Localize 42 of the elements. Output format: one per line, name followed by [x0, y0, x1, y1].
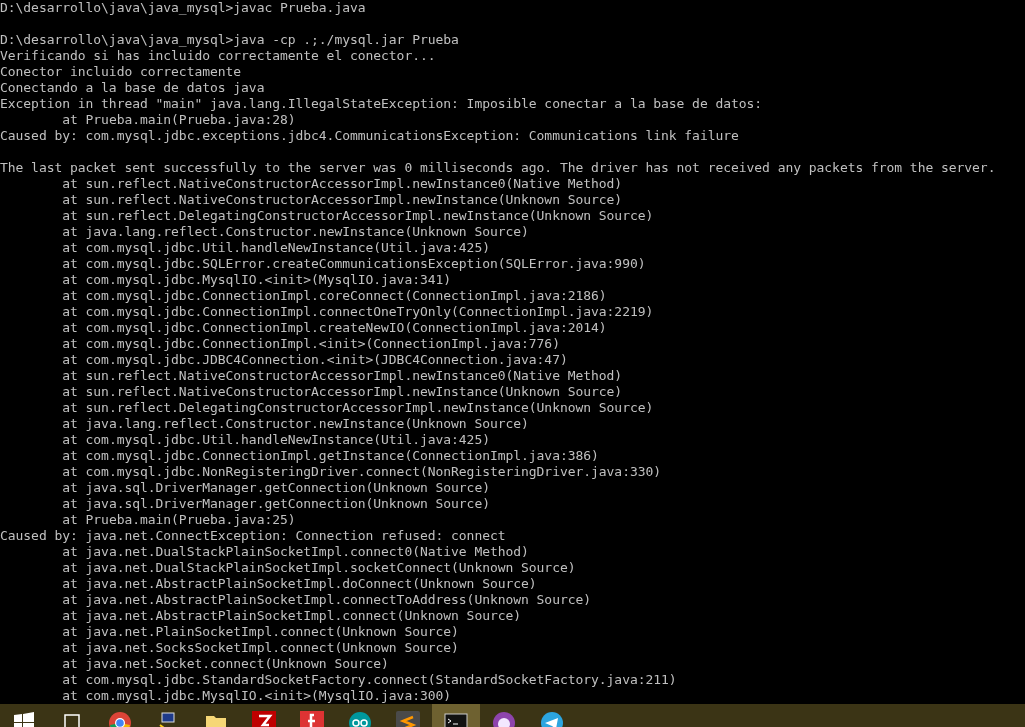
console-line: at java.net.DualStackPlainSocketImpl.socketConnect(Unknown Source) — [61, 560, 576, 576]
console-line: Caused by: com.mysql.jdbc.exceptions.jdbc4.CommunicationsException: Communications link failure — [0, 128, 739, 144]
console-line: at com.mysql.jdbc.Util.handleNewInstance(Util.java:425) — [61, 240, 490, 256]
console-line: at java.sql.DriverManager.getConnection(Unknown Source) — [61, 480, 490, 496]
console-line: at com.mysql.jdbc.NonRegisteringDriver.connect(NonRegisteringDriver.java:330) — [61, 464, 662, 480]
console-line: at java.lang.reflect.Constructor.newInstance(Unknown Source) — [61, 416, 529, 432]
console-line: at com.mysql.jdbc.StandardSocketFactory.connect(StandardSocketFactory.java:211) — [61, 672, 677, 688]
console-line: at com.mysql.jdbc.ConnectionImpl.createNewIO(ConnectionImpl.java:2014) — [61, 320, 607, 336]
console-line: at java.net.AbstractPlainSocketImpl.doConnect(Unknown Source) — [61, 576, 537, 592]
console-line: at java.lang.reflect.Constructor.newInstance(Unknown Source) — [61, 224, 529, 240]
console-line: at sun.reflect.NativeConstructorAccessorImpl.newInstance0(Native Method) — [61, 368, 623, 384]
console-line: at Prueba.main(Prueba.java:28) — [61, 112, 296, 128]
console-line: at sun.reflect.NativeConstructorAccessorImpl.newInstance0(Native Method) — [61, 176, 623, 192]
console-line: at com.mysql.jdbc.Util.handleNewInstance(Util.java:425) — [61, 432, 490, 448]
console-line: at java.net.PlainSocketImpl.connect(Unknown Source) — [61, 624, 459, 640]
console-line: Caused by: java.net.ConnectException: Connection refused: connect — [0, 528, 506, 544]
console-line: at com.mysql.jdbc.MysqlIO.<init>(MysqlIO.java:300) — [61, 688, 452, 704]
console-line: at com.mysql.jdbc.ConnectionImpl.coreConnect(ConnectionImpl.java:2186) — [61, 288, 607, 304]
console-line: at com.mysql.jdbc.ConnectionImpl.getInstance(ConnectionImpl.java:386) — [61, 448, 599, 464]
console-line: at com.mysql.jdbc.MysqlIO.<init>(MysqlIO.java:341) — [61, 272, 452, 288]
console-line: at Prueba.main(Prueba.java:25) — [61, 512, 296, 528]
console-line: at java.net.SocksSocketImpl.connect(Unknown Source) — [61, 640, 459, 656]
console-line: at java.net.AbstractPlainSocketImpl.connectToAddress(Unknown Source) — [61, 592, 592, 608]
console-line: at java.net.AbstractPlainSocketImpl.connect(Unknown Source) — [61, 608, 522, 624]
console-line: at sun.reflect.DelegatingConstructorAccessorImpl.newInstance(Unknown Source) — [61, 208, 654, 224]
console-line: at com.mysql.jdbc.ConnectionImpl.connectOneTryOnly(ConnectionImpl.java:2219) — [61, 304, 654, 320]
console-line: The last packet sent successfully to the server was 0 milliseconds ago. The driver has not received any packets from the server. — [0, 160, 996, 176]
console-line: at com.mysql.jdbc.ConnectionImpl.<init>(ConnectionImpl.java:776) — [61, 336, 560, 352]
console-line: at com.mysql.jdbc.SQLError.createCommunicationsException(SQLError.java:990) — [61, 256, 646, 272]
console-line: D:\desarrollo\java\java_mysql>java -cp .;./mysql.jar Prueba — [0, 32, 459, 48]
console-line: at com.mysql.jdbc.JDBC4Connection.<init>(JDBC4Connection.java:47) — [61, 352, 568, 368]
console-line: D:\desarrollo\java\java_mysql>javac Prueba.java — [0, 0, 366, 16]
console-line: at java.sql.DriverManager.getConnection(Unknown Source) — [61, 496, 490, 512]
console-line: at sun.reflect.NativeConstructorAccessorImpl.newInstance(Unknown Source) — [61, 384, 623, 400]
console-line: Verificando si has incluido correctamente el conector... — [0, 48, 436, 64]
console-line: Conector incluido correctamente — [0, 64, 242, 80]
console-line: at java.net.DualStackPlainSocketImpl.connect0(Native Method) — [61, 544, 529, 560]
console-line: at java.net.Socket.connect(Unknown Source) — [61, 656, 389, 672]
console-line: at sun.reflect.DelegatingConstructorAccessorImpl.newInstance(Unknown Source) — [61, 400, 654, 416]
console-line: at sun.reflect.NativeConstructorAccessorImpl.newInstance(Unknown Source) — [61, 192, 623, 208]
console-line: Conectando a la base de datos java — [0, 80, 265, 96]
console-line: Exception in thread "main" java.lang.IllegalStateException: Imposible conectar a la base de datos: — [0, 96, 763, 112]
